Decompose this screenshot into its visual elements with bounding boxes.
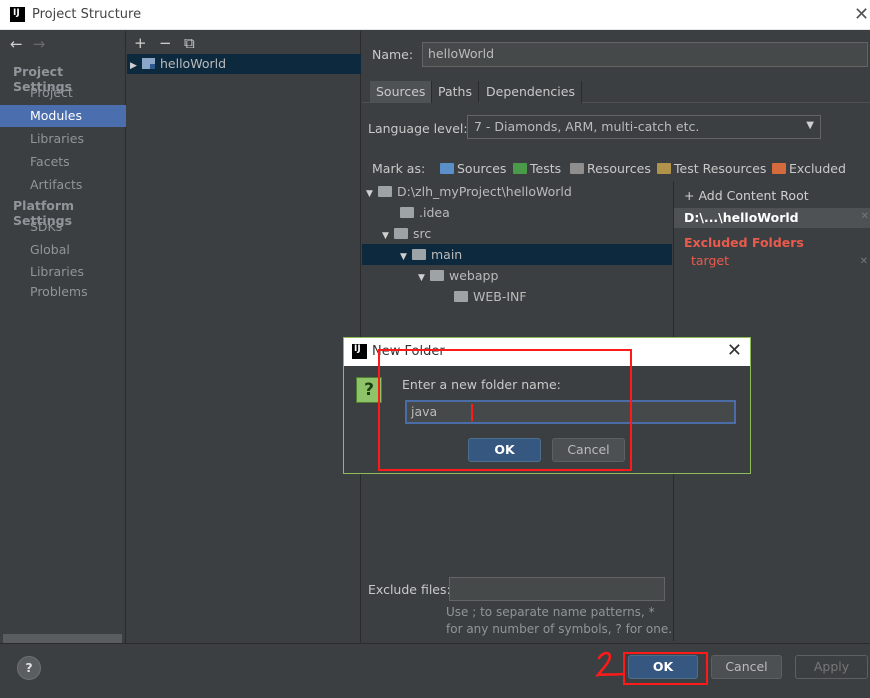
mark-tests-button[interactable]: Tests	[513, 161, 561, 176]
module-list-pane: + − ⧉ ▶ helloWorld	[127, 31, 361, 643]
tree-item-web-inf[interactable]: WEB-INF	[362, 286, 672, 307]
excluded-folder-item[interactable]: target	[691, 253, 729, 268]
mark-resources-label: Resources	[587, 161, 651, 176]
test-resources-folder-icon	[657, 163, 671, 174]
close-icon[interactable]: ✕	[854, 4, 870, 25]
sidebar-item-project[interactable]: Project	[0, 82, 126, 104]
sidebar-item-global-libraries[interactable]: Global Libraries	[0, 239, 126, 279]
tree-item-label: .idea	[419, 205, 450, 220]
tree-item-src[interactable]: ▼ src	[362, 223, 672, 244]
exclude-files-label: Exclude files:	[368, 582, 451, 597]
intellij-logo-icon: IJ	[352, 344, 367, 359]
mark-resources-button[interactable]: Resources	[570, 161, 651, 176]
sidebar-item-artifacts[interactable]: Artifacts	[0, 174, 126, 196]
module-icon	[142, 58, 155, 69]
folder-icon	[378, 186, 392, 197]
tree-item-label: src	[413, 226, 432, 241]
tab-sources[interactable]: Sources	[370, 81, 433, 103]
mark-excluded-label: Excluded	[789, 161, 846, 176]
settings-sidebar: ←→ Project Settings Project Modules Libr…	[0, 31, 126, 643]
tree-item-label: D:\zlh_myProject\helloWorld	[397, 184, 572, 199]
folder-icon	[412, 249, 426, 260]
dialog-footer: ? OK Cancel Apply	[0, 643, 870, 698]
annotation-number-2	[595, 651, 626, 677]
resources-folder-icon	[570, 163, 584, 174]
tree-item-main[interactable]: ▼ main	[362, 244, 672, 265]
tree-item-label: webapp	[449, 268, 499, 283]
annotation-box-dialog	[378, 349, 632, 471]
language-level-label: Language level:	[368, 121, 468, 136]
apply-button[interactable]: Apply	[795, 655, 868, 679]
exclude-hint-line2: for any number of symbols, ? for one.	[446, 622, 673, 636]
folder-icon	[394, 228, 408, 239]
tests-folder-icon	[513, 163, 527, 174]
sidebar-item-facets[interactable]: Facets	[0, 151, 126, 173]
tree-item-webapp[interactable]: ▼ webapp	[362, 265, 672, 286]
content-root-path-label: D:\...\helloWorld	[684, 210, 799, 225]
excluded-folders-title: Excluded Folders	[684, 235, 804, 250]
mark-tests-label: Tests	[530, 161, 562, 176]
language-level-select[interactable]: 7 - Diamonds, ARM, multi-catch etc. ▼	[467, 115, 821, 139]
copy-icon[interactable]: ⧉	[184, 34, 195, 52]
sidebar-item-problems[interactable]: Problems	[0, 281, 126, 303]
mark-test-resources-button[interactable]: Test Resources	[657, 161, 766, 176]
tree-item-label: WEB-INF	[473, 289, 527, 304]
mark-sources-button[interactable]: Sources	[440, 161, 506, 176]
sidebar-item-libraries[interactable]: Libraries	[0, 128, 126, 150]
forward-arrow-icon[interactable]: →	[33, 35, 56, 53]
sidebar-scrollbar[interactable]	[3, 634, 122, 643]
cancel-button[interactable]: Cancel	[711, 655, 782, 679]
tree-item-root[interactable]: ▼ D:\zlh_myProject\helloWorld	[362, 181, 672, 202]
tab-paths[interactable]: Paths	[432, 81, 479, 103]
add-content-root-button[interactable]: + Add Content Root	[684, 188, 809, 203]
dialog-close-icon[interactable]: ✕	[727, 340, 742, 361]
module-tabs: Sources Paths Dependencies	[362, 81, 870, 103]
sources-folder-icon	[440, 163, 454, 174]
remove-root-icon[interactable]: ✕	[861, 211, 869, 222]
tree-item-label: main	[431, 247, 463, 262]
help-button[interactable]: ?	[17, 656, 41, 680]
module-name: helloWorld	[160, 56, 227, 71]
language-level-value: 7 - Diamonds, ARM, multi-catch etc.	[474, 119, 700, 134]
expand-arrow-icon[interactable]: ▶	[130, 56, 142, 76]
content-root-path: D:\...\helloWorld ✕	[674, 208, 870, 228]
module-name-field[interactable]: helloWorld	[422, 42, 868, 67]
remove-icon[interactable]: −	[159, 34, 172, 52]
folder-icon	[430, 270, 444, 281]
exclude-hint-line1: Use ; to separate name patterns, *	[446, 605, 655, 619]
excluded-folder-icon	[772, 163, 786, 174]
folder-icon	[400, 207, 414, 218]
tree-item-idea[interactable]: .idea	[362, 202, 672, 223]
remove-excluded-icon[interactable]: ✕	[860, 256, 868, 267]
window-titlebar: IJ Project Structure ✕	[0, 0, 870, 30]
mark-as-label: Mark as:	[372, 161, 426, 176]
intellij-logo-icon: IJ	[10, 7, 25, 22]
sidebar-item-sdks[interactable]: SDKs	[0, 216, 126, 238]
chevron-down-icon: ▼	[806, 120, 814, 131]
tab-dependencies[interactable]: Dependencies	[480, 81, 582, 103]
name-label: Name:	[372, 47, 414, 62]
navigation-arrows: ←→	[10, 35, 55, 53]
mark-sources-label: Sources	[457, 161, 507, 176]
exclude-files-input[interactable]	[449, 577, 665, 601]
back-arrow-icon[interactable]: ←	[10, 35, 33, 53]
add-icon[interactable]: +	[134, 34, 147, 52]
window-title: Project Structure	[32, 7, 142, 22]
sidebar-item-modules[interactable]: Modules	[0, 105, 126, 127]
folder-icon	[454, 291, 468, 302]
module-tree-item[interactable]: ▶ helloWorld	[127, 54, 361, 74]
annotation-box-ok	[623, 652, 708, 685]
mark-excluded-button[interactable]: Excluded	[772, 161, 846, 176]
mark-test-resources-label: Test Resources	[674, 161, 767, 176]
